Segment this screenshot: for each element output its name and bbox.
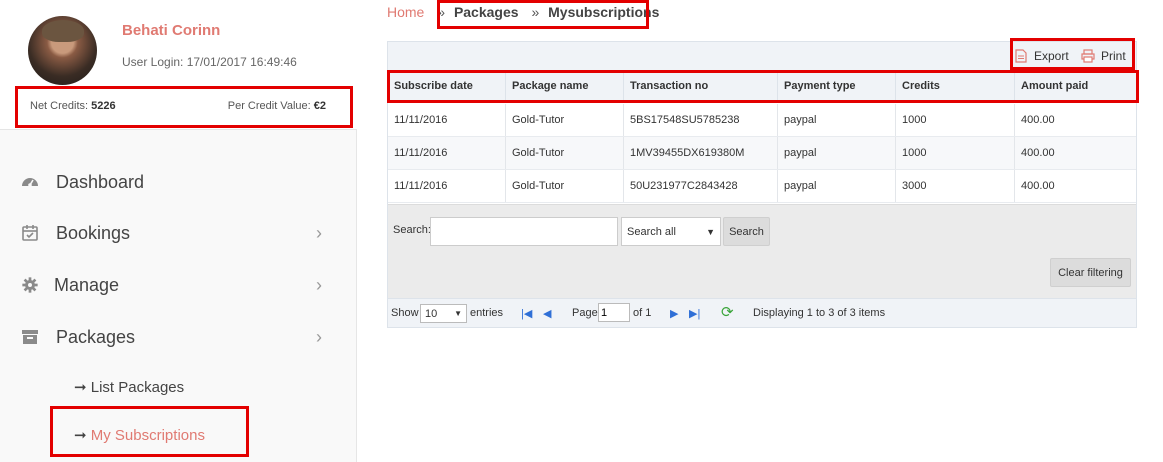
previous-page-icon[interactable]: ◀ [543, 307, 551, 320]
highlight-box [437, 0, 649, 29]
table-cell: 400.00 [1021, 180, 1055, 192]
arrow-right-icon: ➞ [74, 379, 87, 396]
filter-area: Search: Search all ▼ Search Clear filter… [388, 204, 1136, 298]
table-cell: 1MV39455DX619380M [624, 137, 778, 169]
table-cell: Gold-Tutor [506, 104, 624, 136]
search-scope-select[interactable]: Search all ▼ [621, 217, 721, 246]
table-cell: 1000 [896, 137, 1015, 169]
table-cell: 400.00 [1021, 147, 1055, 159]
page-number-input[interactable] [598, 303, 630, 322]
per-credit-value: Per Credit Value: €2 [228, 100, 326, 112]
per-credit-amount: €2 [313, 100, 326, 112]
sidebar-item-label: Packages [56, 326, 136, 347]
displaying-info: Displaying 1 to 3 of 3 items [753, 307, 886, 319]
pagination-bar: Show 10 ▼ entries |◀ ◀ Page of 1 ▶ ▶| ⟳ … [388, 298, 1136, 327]
credits-summary: Net Credits: 5226 Per Credit Value: €2 [15, 86, 353, 128]
show-label: Show [391, 307, 419, 319]
sidebar-item-manage[interactable]: Manage › [20, 270, 340, 300]
chevron-right-icon: › [316, 327, 322, 347]
table-cell: 3000 [896, 170, 1015, 202]
net-credits-value: 5226 [91, 100, 116, 112]
refresh-icon[interactable]: ⟳ [721, 303, 734, 321]
net-credits: Net Credits: 5226 [30, 100, 116, 112]
table-cell: 11/11/2016 [388, 137, 506, 169]
table-cell: Gold-Tutor [506, 137, 624, 169]
chevron-right-icon: › [316, 223, 322, 243]
per-credit-label: Per Credit Value: [227, 100, 314, 112]
profile-card: Behati Corinn User Login: 17/01/2017 16:… [0, 0, 357, 130]
first-page-icon[interactable]: |◀ [521, 307, 532, 320]
search-label: Search: [393, 224, 431, 236]
subnav-item-list-packages[interactable]: ➞ List Packages [74, 378, 184, 396]
sidebar-item-packages[interactable]: Packages › [20, 322, 340, 352]
archive-icon [20, 327, 40, 347]
table-cell: paypal [778, 137, 896, 169]
table-row[interactable]: 11/11/2016 Gold-Tutor 1MV39455DX619380M … [388, 137, 1136, 170]
sidebar-item-bookings[interactable]: Bookings › [20, 218, 340, 248]
next-page-icon[interactable]: ▶ [670, 307, 678, 320]
highlight-box [50, 406, 249, 457]
page-of-label: of 1 [633, 307, 652, 319]
table-cell: 50U231977C2843428 [624, 170, 778, 202]
user-name: Behati Corinn [122, 22, 221, 39]
clear-filtering-button[interactable]: Clear filtering [1050, 258, 1131, 287]
sidebar-item-label: Manage [54, 274, 120, 295]
entries-value: 10 [425, 307, 438, 320]
entries-per-page-select[interactable]: 10 ▼ [420, 304, 467, 323]
entries-label: entries [470, 307, 504, 319]
table-cell: 5BS17548SU5785238 [624, 104, 778, 136]
subscriptions-panel: Export Print Subscribe date Package name… [387, 38, 1139, 328]
search-scope-value: Search all [627, 225, 676, 238]
subnav-item-label: List Packages [90, 379, 185, 396]
search-button[interactable]: Search [723, 217, 770, 246]
net-credits-label: Net Credits: [30, 100, 92, 112]
table-cell: 11/11/2016 [388, 170, 506, 202]
sidebar: Behati Corinn User Login: 17/01/2017 16:… [0, 0, 357, 462]
last-page-icon[interactable]: ▶| [689, 307, 700, 320]
table-cell: Gold-Tutor [506, 170, 624, 202]
search-input[interactable] [430, 217, 618, 246]
calendar-icon [20, 223, 40, 243]
dashboard-icon [20, 172, 40, 192]
dropdown-arrow-icon: ▼ [454, 309, 462, 318]
sidebar-item-label: Dashboard [56, 171, 145, 192]
table-cell: 1000 [896, 104, 1015, 136]
breadcrumb-home-link[interactable]: Home [387, 4, 424, 20]
table-row[interactable]: 11/11/2016 Gold-Tutor 50U231977C2843428 … [388, 170, 1136, 203]
sidebar-item-dashboard[interactable]: Dashboard [20, 167, 340, 197]
table-row[interactable]: 11/11/2016 Gold-Tutor 5BS17548SU5785238 … [388, 104, 1136, 137]
page-label: Page [572, 307, 598, 319]
table-cell: 400.00 [1021, 114, 1055, 126]
avatar [28, 16, 97, 85]
highlight-box [1010, 38, 1135, 70]
user-login-time: User Login: 17/01/2017 16:49:46 [122, 55, 297, 69]
chevron-right-icon: › [316, 275, 322, 295]
highlight-box [387, 70, 1139, 103]
table-cell: paypal [778, 170, 896, 202]
table-cell: paypal [778, 104, 896, 136]
table-cell: 11/11/2016 [388, 104, 506, 136]
sidebar-item-label: Bookings [56, 222, 131, 243]
dropdown-arrow-icon: ▼ [706, 226, 715, 237]
gear-icon [20, 275, 40, 295]
